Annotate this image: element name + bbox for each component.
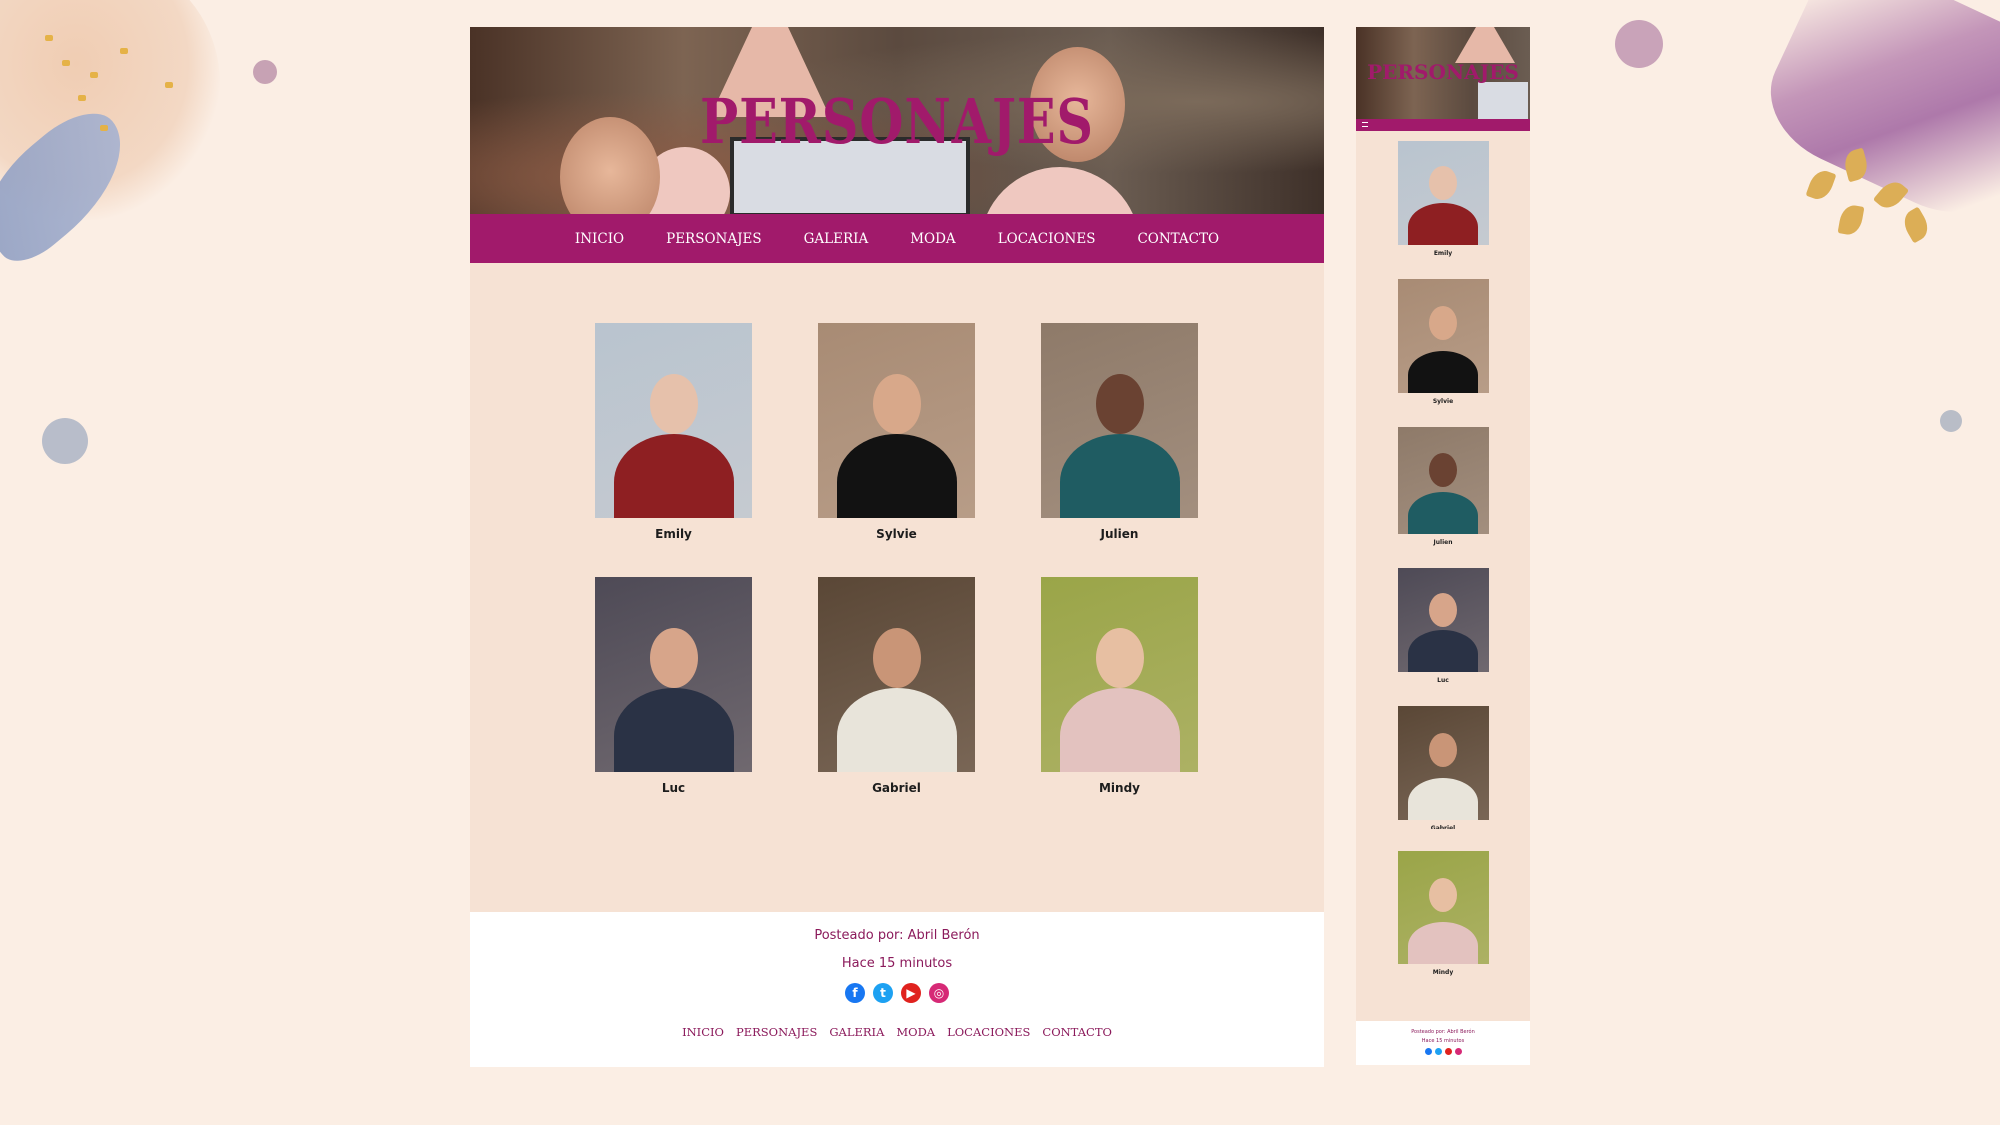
character-name: Julien (1433, 539, 1453, 546)
gold-leaf (1898, 206, 1934, 244)
gold-leaf (1841, 147, 1871, 183)
character-name: Luc (1437, 677, 1449, 684)
footer-nav-locaciones[interactable]: LOCACIONES (947, 1025, 1030, 1039)
timestamp: Hace 15 minutos (1421, 1038, 1465, 1044)
nav-inicio[interactable]: INICIO (575, 231, 624, 247)
decor-dot (253, 60, 277, 84)
social-links (1356, 1048, 1530, 1055)
gold-fleck (120, 48, 128, 54)
footer-nav-inicio[interactable]: INICIO (682, 1025, 724, 1039)
character-photo[interactable] (818, 323, 975, 518)
character-name: Emily (655, 527, 692, 541)
nav-galeria[interactable]: GALERIA (804, 231, 869, 247)
gold-fleck (90, 72, 98, 78)
instagram-icon[interactable]: ◎ (929, 983, 949, 1003)
gold-fleck (165, 82, 173, 88)
hero-globe-lamp (980, 167, 1140, 214)
main-nav: INICIO PERSONAJES GALERIA MODA LOCACIONE… (470, 214, 1324, 263)
character-name: Sylvie (876, 527, 917, 541)
decor-dot (42, 418, 88, 464)
page-title: PERSONAJES (700, 85, 1094, 158)
mobile-character-list: Emily Sylvie Julien Luc Gabriel Mindy (1356, 131, 1530, 976)
mobile-character-card[interactable]: Sylvie (1356, 279, 1530, 405)
hero-monitor (1478, 82, 1528, 119)
watercolor-stroke-blue (0, 95, 150, 275)
social-links: f t ▶ ◎ (470, 983, 1324, 1003)
character-name: Gabriel (872, 781, 921, 795)
gold-fleck (78, 95, 86, 101)
twitter-icon[interactable]: t (873, 983, 893, 1003)
character-photo[interactable] (1397, 706, 1489, 820)
character-card-sylvie[interactable]: Sylvie (818, 323, 975, 541)
character-photo[interactable] (1397, 427, 1489, 534)
character-name: Emily (1433, 250, 1453, 257)
twitter-icon[interactable] (1434, 1048, 1442, 1055)
character-name: Gabriel (1430, 825, 1456, 829)
character-name: Sylvie (1432, 398, 1454, 405)
facebook-icon[interactable]: f (845, 983, 865, 1003)
mobile-character-card[interactable]: Luc (1356, 568, 1530, 684)
character-card-mindy[interactable]: Mindy (1041, 577, 1198, 795)
character-photo[interactable] (1397, 141, 1489, 245)
youtube-icon[interactable] (1444, 1048, 1452, 1055)
gold-fleck (62, 60, 70, 66)
page-footer: Posteado por: Abril Berón Hace 15 minuto… (470, 912, 1324, 1067)
nav-personajes[interactable]: PERSONAJES (666, 231, 762, 247)
mobile-nav-bar (1356, 119, 1530, 131)
decor-dot (1940, 410, 1962, 432)
gold-leaf (1872, 176, 1910, 214)
footer-nav-contacto[interactable]: CONTACTO (1042, 1025, 1112, 1039)
character-name: Luc (661, 781, 686, 795)
mobile-preview: PERSONAJES Emily Sylvie Julien Luc Gabri… (1356, 27, 1530, 1065)
hamburger-menu-icon[interactable] (1362, 122, 1368, 127)
nav-moda[interactable]: MODA (910, 231, 955, 247)
character-photo[interactable] (1041, 323, 1198, 518)
mobile-hero-banner: PERSONAJES (1356, 27, 1530, 119)
gold-leaf (1805, 167, 1837, 203)
mobile-character-card[interactable]: Mindy (1356, 851, 1530, 976)
gold-fleck (45, 35, 53, 41)
gold-fleck (100, 125, 108, 131)
character-card-emily[interactable]: Emily (595, 323, 752, 541)
youtube-icon[interactable]: ▶ (901, 983, 921, 1003)
posted-by: Posteado por: Abril Berón (1411, 1029, 1475, 1035)
character-photo[interactable] (595, 577, 752, 772)
watercolor-stroke-purple (1749, 0, 2000, 236)
mobile-character-card[interactable]: Julien (1356, 427, 1530, 546)
nav-contacto[interactable]: CONTACTO (1137, 231, 1219, 247)
gold-leaf (1837, 203, 1865, 237)
facebook-icon[interactable] (1424, 1048, 1432, 1055)
instagram-icon[interactable] (1454, 1048, 1462, 1055)
footer-nav-moda[interactable]: MODA (896, 1025, 935, 1039)
character-card-luc[interactable]: Luc (595, 577, 752, 795)
character-photo[interactable] (1041, 577, 1198, 772)
character-name: Mindy (1098, 781, 1140, 795)
character-photo[interactable] (1397, 279, 1489, 393)
mobile-character-card[interactable]: Gabriel (1356, 706, 1530, 829)
timestamp: Hace 15 minutos (841, 956, 953, 971)
character-photo[interactable] (818, 577, 975, 772)
decor-dot (1615, 20, 1663, 68)
character-photo[interactable] (595, 323, 752, 518)
character-photo[interactable] (1397, 568, 1489, 672)
mobile-page-title: PERSONAJES (1367, 60, 1519, 84)
character-name: Julien (1100, 527, 1139, 541)
character-card-julien[interactable]: Julien (1041, 323, 1198, 541)
character-grid: Emily Sylvie Julien Luc Gabriel Mindy (595, 323, 1198, 795)
mobile-footer: Posteado por: Abril Berón Hace 15 minuto… (1356, 1021, 1530, 1065)
nav-locaciones[interactable]: LOCACIONES (998, 231, 1096, 247)
main-page: PERSONAJES INICIO PERSONAJES GALERIA MOD… (470, 27, 1324, 1067)
mobile-character-card[interactable]: Emily (1356, 141, 1530, 257)
character-card-gabriel[interactable]: Gabriel (818, 577, 975, 795)
hero-lamp (1455, 27, 1515, 63)
character-name: Mindy (1432, 969, 1454, 976)
character-photo[interactable] (1397, 851, 1489, 964)
footer-nav: INICIO PERSONAJES GALERIA MODA LOCACIONE… (470, 1025, 1324, 1039)
hero-banner: PERSONAJES (470, 27, 1324, 214)
posted-by: Posteado por: Abril Berón (814, 928, 980, 943)
watercolor-blob-peach (0, 0, 220, 220)
footer-nav-galeria[interactable]: GALERIA (829, 1025, 884, 1039)
footer-nav-personajes[interactable]: PERSONAJES (736, 1025, 817, 1039)
